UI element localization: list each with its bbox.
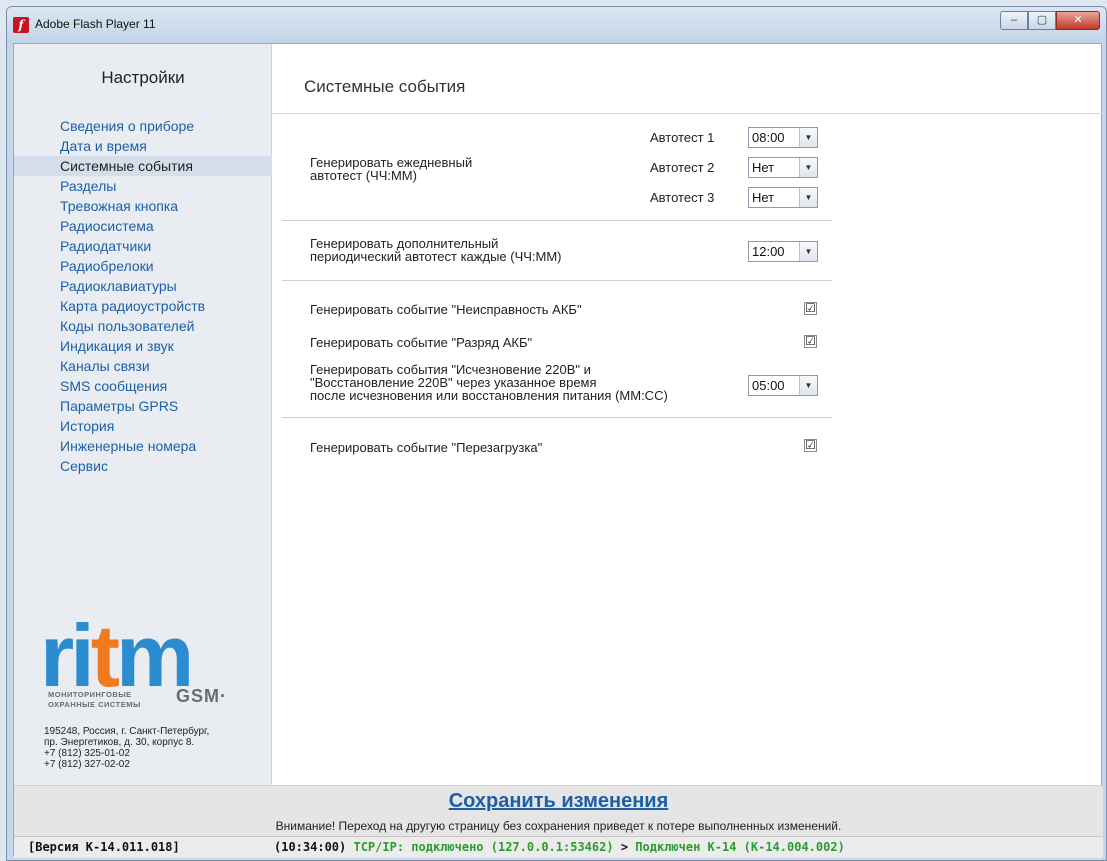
sidebar-item[interactable]: История — [14, 416, 272, 436]
address-line: пр. Энергетиков, д. 30, корпус 8. — [44, 737, 195, 748]
section-divider — [282, 417, 832, 418]
battery-fault-label: Генерировать событие "Неисправность АКБ" — [310, 302, 582, 317]
autotest-1-value: 08:00 — [752, 130, 785, 145]
phone-line: +7 (812) 325-01-02 — [44, 748, 130, 759]
logo-subtitle: МОНИТОРИНГОВЫЕ ОХРАННЫЕ СИСТЕМЫ — [48, 690, 141, 710]
window-controls: – ▢ ✕ — [1000, 11, 1100, 30]
connection-status: (10:34:00) TCP/IP: подключено (127.0.0.1… — [274, 837, 845, 857]
autotest-2-value: Нет — [752, 160, 775, 175]
sidebar-item[interactable]: Радиобрелоки — [14, 256, 272, 276]
sidebar-item[interactable]: Дата и время — [14, 136, 272, 156]
battery-fault-checkbox[interactable]: ☑ — [804, 302, 817, 315]
daily-autotest-label-line: автотест (ЧЧ:ММ) — [310, 168, 417, 183]
save-changes-link[interactable]: Сохранить изменения — [14, 790, 1103, 813]
address-line: 195248, Россия, г. Санкт-Петербург, — [44, 726, 210, 737]
app-window: f Adobe Flash Player 11 – ▢ ✕ Настройки … — [6, 6, 1107, 861]
title-bar[interactable]: f Adobe Flash Player 11 – ▢ ✕ — [7, 7, 1106, 43]
sidebar-title: Настройки — [101, 68, 185, 87]
status-bar: [Версия К-14.011.018] (10:34:00) TCP/IP:… — [14, 836, 1103, 858]
battery-low-checkbox[interactable]: ☑ — [804, 335, 817, 348]
power-loss-select[interactable]: 05:00 ▼ — [748, 375, 818, 396]
reboot-checkbox[interactable]: ☑ — [804, 439, 817, 452]
daily-autotest-label: Генерировать ежедневный автотест (ЧЧ:ММ) — [310, 156, 472, 182]
periodic-autotest-label: Генерировать дополнительный периодически… — [310, 237, 562, 263]
sidebar-item[interactable]: Тревожная кнопка — [14, 196, 272, 216]
section-divider — [282, 220, 832, 221]
power-loss-label: Генерировать события "Исчезновение 220В"… — [310, 363, 668, 402]
reboot-label: Генерировать событие "Перезагрузка" — [310, 440, 543, 455]
autotest-3-value: Нет — [752, 190, 775, 205]
sidebar-item[interactable]: Сервис — [14, 456, 272, 476]
device-status: Подключен К-14 (К-14.004.002) — [635, 840, 845, 854]
section-divider — [282, 280, 832, 281]
sidebar-item[interactable]: Параметры GPRS — [14, 396, 272, 416]
battery-low-label: Генерировать событие "Разряд АКБ" — [310, 335, 533, 350]
sidebar: Настройки Сведения о приборе Дата и время… — [14, 44, 272, 785]
status-time: (10:34:00) — [274, 840, 347, 854]
unsaved-warning: Внимание! Переход на другую страницу без… — [275, 819, 842, 833]
sidebar-item[interactable]: SMS сообщения — [14, 376, 272, 396]
ritm-logo: ritm МОНИТОРИНГОВЫЕ ОХРАННЫЕ СИСТЕМЫ GSM… — [40, 612, 260, 722]
sidebar-item[interactable]: Системные события — [14, 156, 272, 176]
chevron-down-icon[interactable]: ▼ — [799, 188, 817, 207]
footer: Сохранить изменения Внимание! Переход на… — [14, 785, 1103, 858]
power-loss-label-line: после исчезновения или восстановления пи… — [310, 388, 668, 403]
autotest-2-label: Автотест 2 — [650, 160, 715, 175]
power-loss-value: 05:00 — [752, 378, 785, 393]
logo-sub-line-2: ОХРАННЫЕ СИСТЕМЫ — [48, 700, 141, 709]
sidebar-item[interactable]: Разделы — [14, 176, 272, 196]
chevron-down-icon[interactable]: ▼ — [799, 158, 817, 177]
periodic-autotest-label-line: периодический автотест каждые (ЧЧ:ММ) — [310, 249, 562, 264]
flash-icon: f — [13, 17, 29, 33]
sidebar-item[interactable]: Каналы связи — [14, 356, 272, 376]
sidebar-item[interactable]: Радиоклавиатуры — [14, 276, 272, 296]
page-title: Системные события — [304, 77, 466, 96]
company-address: 195248, Россия, г. Санкт-Петербург, пр. … — [44, 726, 209, 770]
sidebar-item[interactable]: Сведения о приборе — [14, 116, 272, 136]
version-label: [Версия К-14.011.018] — [28, 840, 180, 854]
maximize-button[interactable]: ▢ — [1028, 11, 1056, 30]
sidebar-item[interactable]: Радиосистема — [14, 216, 272, 236]
sidebar-nav: Сведения о приборе Дата и время Системные … — [14, 116, 272, 476]
logo-word: ritm — [40, 606, 194, 705]
periodic-autotest-select[interactable]: 12:00 ▼ — [748, 241, 818, 262]
tcp-status: TCP/IP: подключено (127.0.0.1:53462) — [353, 840, 614, 854]
title-divider — [272, 113, 1103, 114]
periodic-autotest-value: 12:00 — [752, 244, 785, 259]
chevron-down-icon[interactable]: ▼ — [799, 242, 817, 261]
minimize-button[interactable]: – — [1000, 11, 1028, 30]
status-arrow: > — [620, 840, 629, 854]
window-title: Adobe Flash Player 11 — [35, 17, 156, 31]
chevron-down-icon[interactable]: ▼ — [799, 376, 817, 395]
chevron-down-icon[interactable]: ▼ — [799, 128, 817, 147]
sidebar-item[interactable]: Радиодатчики — [14, 236, 272, 256]
autotest-2-select[interactable]: Нет ▼ — [748, 157, 818, 178]
close-button[interactable]: ✕ — [1056, 11, 1100, 30]
sidebar-item[interactable]: Карта радиоустройств — [14, 296, 272, 316]
autotest-1-label: Автотест 1 — [650, 130, 715, 145]
flash-content: Настройки Сведения о приборе Дата и время… — [13, 43, 1103, 858]
autotest-1-select[interactable]: 08:00 ▼ — [748, 127, 818, 148]
sidebar-item[interactable]: Индикация и звук — [14, 336, 272, 356]
autotest-3-select[interactable]: Нет ▼ — [748, 187, 818, 208]
sidebar-item[interactable]: Коды пользователей — [14, 316, 272, 336]
phone-line: +7 (812) 327-02-02 — [44, 759, 130, 770]
sidebar-item[interactable]: Инженерные номера — [14, 436, 272, 456]
autotest-3-label: Автотест 3 — [650, 190, 715, 205]
logo-sub-line-1: МОНИТОРИНГОВЫЕ — [48, 690, 132, 699]
logo-gsm: GSM· — [176, 686, 227, 706]
